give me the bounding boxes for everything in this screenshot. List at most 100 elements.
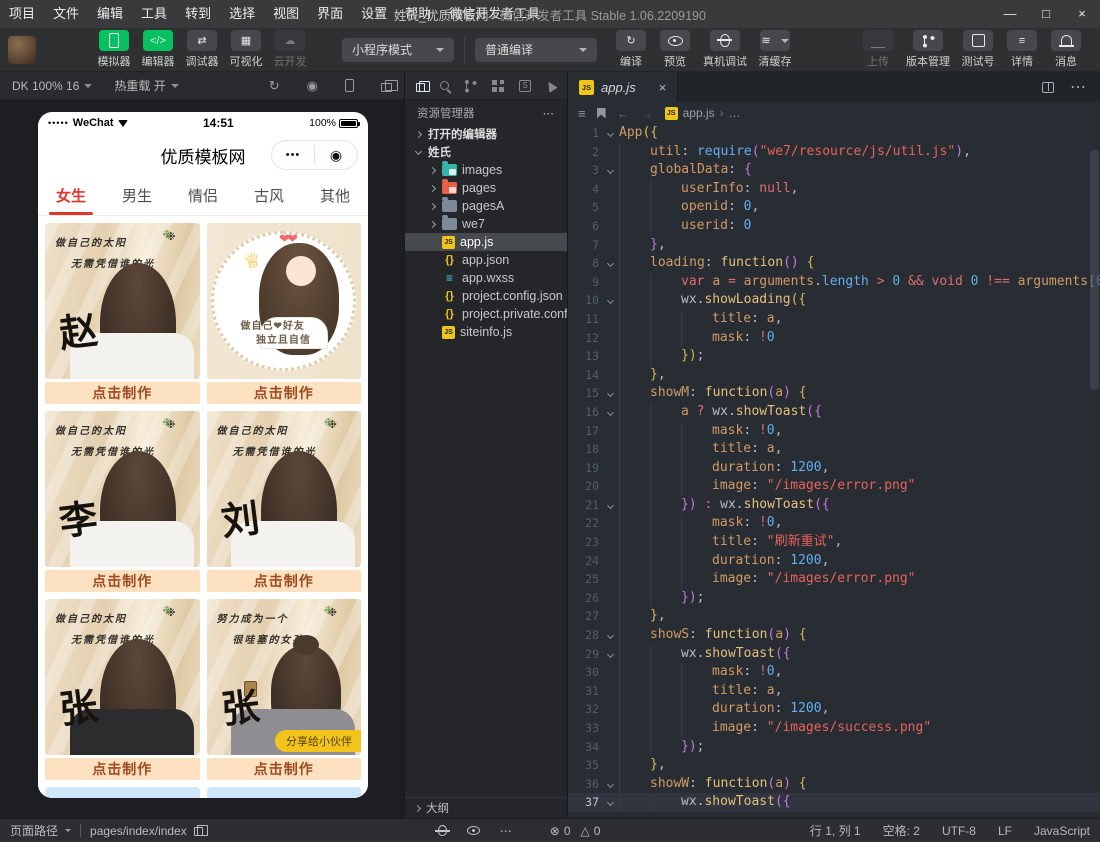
- code-line-6[interactable]: 6userid: 0: [568, 217, 1100, 236]
- menu-item-项目[interactable]: 项目: [0, 0, 44, 28]
- fold-chevron-icon[interactable]: [602, 775, 619, 794]
- fold-chevron-icon[interactable]: [602, 793, 619, 812]
- make-button[interactable]: 点击制作: [207, 382, 362, 404]
- outline-icon[interactable]: ≡: [578, 106, 586, 121]
- close-tab-icon[interactable]: ×: [659, 80, 667, 95]
- file-item-we7[interactable]: we7: [405, 215, 567, 233]
- make-button[interactable]: 点击制作: [45, 382, 200, 404]
- card-image[interactable]: ❉做自己的太阳无需凭借谁的光张: [45, 599, 200, 755]
- page-path-selector[interactable]: 页面路径: [10, 822, 71, 839]
- explorer-more-icon[interactable]: ⋯: [543, 106, 556, 120]
- code-line-10[interactable]: 10wx.showLoading({: [568, 291, 1100, 310]
- file-item-app.js[interactable]: JSapp.js: [405, 233, 567, 251]
- pointer-tool-icon[interactable]: [546, 81, 556, 91]
- eol-setting[interactable]: LF: [998, 824, 1012, 838]
- toolbar-button-可视化[interactable]: ▦可视化: [224, 30, 268, 69]
- code-line-17[interactable]: 17mask: !0,: [568, 422, 1100, 441]
- make-button[interactable]: 点击制作: [207, 758, 362, 780]
- tab-女生[interactable]: 女生: [38, 176, 104, 215]
- code-line-13[interactable]: 13});: [568, 347, 1100, 366]
- card-image[interactable]: ♕❤❤做自己❤好友独立且自信: [207, 223, 362, 379]
- tab-古风[interactable]: 古风: [236, 176, 302, 215]
- card-image[interactable]: ❉做自己的太阳无需凭借谁的光李: [45, 411, 200, 567]
- make-button[interactable]: 点击制作: [45, 758, 200, 780]
- extensions-icon[interactable]: [492, 80, 504, 92]
- code-line-9[interactable]: 9var a = arguments.length > 0 && void 0 …: [568, 273, 1100, 292]
- toolbar-button-版本管理[interactable]: 版本管理: [900, 30, 956, 69]
- code-line-36[interactable]: 36showW: function(a) {: [568, 775, 1100, 794]
- card-image[interactable]: ❉做自己的太阳无需凭借谁的光刘: [207, 411, 362, 567]
- code-line-34[interactable]: 34});: [568, 738, 1100, 757]
- code-line-1[interactable]: 1App({: [568, 124, 1100, 143]
- menu-item-工具[interactable]: 工具: [132, 0, 176, 28]
- menu-item-界面[interactable]: 界面: [308, 0, 352, 28]
- toolbar-button-详情[interactable]: ≡详情: [1000, 30, 1044, 69]
- menu-item-编辑[interactable]: 编辑: [88, 0, 132, 28]
- tab-男生[interactable]: 男生: [104, 176, 170, 215]
- problem-counts[interactable]: ⊗ 0 △ 0: [550, 824, 601, 838]
- cursor-position[interactable]: 行 1, 列 1: [810, 822, 861, 839]
- fold-chevron-icon[interactable]: [602, 124, 619, 143]
- files-panel-icon[interactable]: [416, 80, 425, 92]
- mode-dropdown[interactable]: 小程序模式: [342, 38, 454, 62]
- device-frame-icon[interactable]: [345, 79, 354, 92]
- indentation-setting[interactable]: 空格: 2: [883, 822, 920, 839]
- tree-section-姓氏[interactable]: 姓氏: [405, 143, 567, 161]
- code-line-20[interactable]: 20image: "/images/error.png": [568, 477, 1100, 496]
- code-line-2[interactable]: 2util: require("we7/resource/js/util.js"…: [568, 143, 1100, 162]
- fold-chevron-icon[interactable]: [602, 403, 619, 422]
- code-line-15[interactable]: 15showM: function(a) {: [568, 384, 1100, 403]
- encoding-setting[interactable]: UTF-8: [942, 824, 976, 838]
- menu-item-转到[interactable]: 转到: [176, 0, 220, 28]
- code-line-28[interactable]: 28showS: function(a) {: [568, 626, 1100, 645]
- toolbar-button-模拟器[interactable]: 模拟器: [92, 30, 136, 69]
- code-line-18[interactable]: 18title: a,: [568, 440, 1100, 459]
- git-branch-icon[interactable]: [464, 79, 477, 93]
- code-line-4[interactable]: 4userInfo: null,: [568, 180, 1100, 199]
- card-image[interactable]: [45, 787, 200, 798]
- file-item-siteinfo.js[interactable]: JSsiteinfo.js: [405, 323, 567, 341]
- file-item-pages[interactable]: pages: [405, 179, 567, 197]
- code-line-37[interactable]: 37wx.showToast({: [568, 793, 1100, 812]
- code-line-16[interactable]: 16a ? wx.showToast({: [568, 403, 1100, 422]
- toolbar-button-编译[interactable]: ↻编译: [609, 30, 653, 69]
- code-line-8[interactable]: 8loading: function() {: [568, 254, 1100, 273]
- toolbar-button-测试号[interactable]: 测试号: [956, 30, 1000, 69]
- menu-item-文件[interactable]: 文件: [44, 0, 88, 28]
- code-line-27[interactable]: 27},: [568, 607, 1100, 626]
- code-line-3[interactable]: 3globalData: {: [568, 161, 1100, 180]
- code-line-11[interactable]: 11title: a,: [568, 310, 1100, 329]
- statusbar-more-icon[interactable]: ⋯: [500, 824, 512, 838]
- fold-chevron-icon[interactable]: [602, 496, 619, 515]
- file-item-images[interactable]: images: [405, 161, 567, 179]
- editor-more-icon[interactable]: ⋯: [1070, 77, 1086, 97]
- code-line-23[interactable]: 23title: "刷新重试",: [568, 533, 1100, 552]
- fold-chevron-icon[interactable]: [602, 626, 619, 645]
- user-avatar[interactable]: [8, 36, 36, 64]
- make-button[interactable]: 点击制作: [45, 570, 200, 592]
- fold-chevron-icon[interactable]: [602, 254, 619, 273]
- fold-chevron-icon[interactable]: [602, 645, 619, 664]
- minimize-button[interactable]: —: [992, 0, 1028, 28]
- tab-情侣[interactable]: 情侣: [170, 176, 236, 215]
- compile-mode-dropdown[interactable]: 普通编译: [475, 38, 597, 62]
- card-image[interactable]: [207, 787, 362, 798]
- back-icon[interactable]: ←: [617, 106, 630, 121]
- code-line-21[interactable]: 21}) : wx.showToast({: [568, 496, 1100, 515]
- code-line-12[interactable]: 12mask: !0: [568, 329, 1100, 348]
- menu-item-视图[interactable]: 视图: [264, 0, 308, 28]
- fold-chevron-icon[interactable]: [602, 384, 619, 403]
- code-line-7[interactable]: 7},: [568, 236, 1100, 255]
- toolbar-button-调试器[interactable]: ⇄调试器: [180, 30, 224, 69]
- file-item-project.config.json[interactable]: {}project.config.json: [405, 287, 567, 305]
- bug-icon[interactable]: [438, 825, 447, 836]
- toolbar-button-消息[interactable]: 消息: [1044, 30, 1088, 69]
- card-image[interactable]: ❉努力成为一个很哇塞的女孩张分享给小伙伴: [207, 599, 362, 755]
- code-line-5[interactable]: 5openid: 0,: [568, 198, 1100, 217]
- code-line-25[interactable]: 25image: "/images/error.png": [568, 570, 1100, 589]
- code-line-14[interactable]: 14},: [568, 366, 1100, 385]
- code-line-33[interactable]: 33image: "/images/success.png": [568, 719, 1100, 738]
- close-button[interactable]: ×: [1064, 0, 1100, 28]
- language-mode[interactable]: JavaScript: [1034, 824, 1090, 838]
- menu-item-设置[interactable]: 设置: [352, 0, 396, 28]
